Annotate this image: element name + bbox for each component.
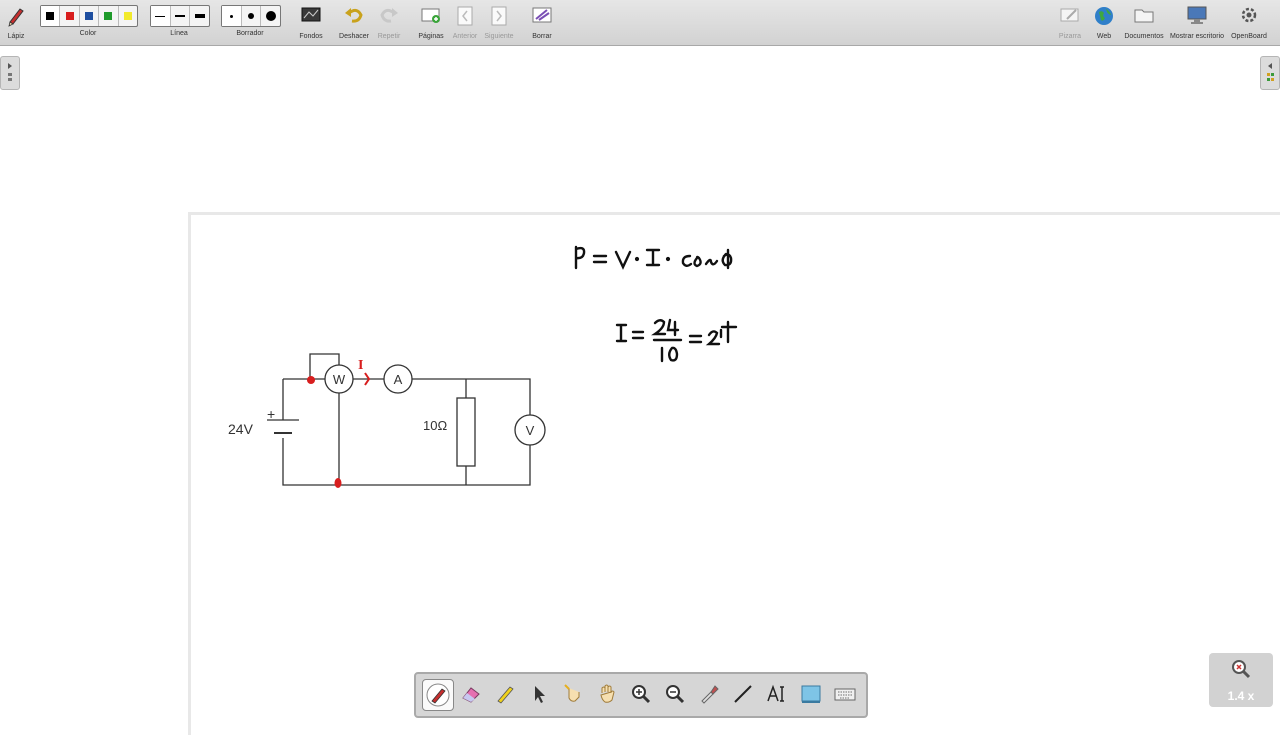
circuit-diagram — [267, 353, 546, 486]
marker-tool-button[interactable] — [490, 679, 520, 709]
laser-icon — [564, 684, 580, 702]
zoom-value: 1.4 x — [1227, 689, 1255, 703]
zoom-out-button[interactable] — [660, 679, 690, 709]
text-tool-button[interactable] — [762, 679, 792, 709]
interact-tool-button[interactable] — [558, 679, 588, 709]
line-icon — [734, 685, 752, 703]
resistor — [456, 397, 476, 467]
battery-plus-sign: + — [267, 406, 275, 422]
eraser-icon — [462, 687, 480, 703]
pen-tool-button[interactable] — [422, 679, 454, 711]
wattmeter-label: W — [333, 372, 346, 387]
resistor-label: 10Ω — [423, 418, 447, 433]
line-tool-button[interactable] — [728, 679, 758, 709]
zoom-reset-icon — [1232, 660, 1251, 679]
bottom-tool-palette — [414, 672, 868, 718]
zoom-in-button[interactable] — [626, 679, 656, 709]
current-label: I — [358, 358, 363, 373]
keyboard-button[interactable] — [830, 679, 860, 709]
hand-tool-button[interactable] — [592, 679, 622, 709]
red-dot-bottom — [334, 478, 342, 488]
handwritten-current-formula — [615, 318, 738, 363]
keyboard-icon — [834, 688, 856, 701]
capture-icon — [801, 685, 821, 703]
text-icon — [767, 684, 784, 702]
pipette-tool-button[interactable] — [694, 679, 724, 709]
circuit-wire-left — [282, 379, 531, 486]
marker-icon — [497, 686, 514, 704]
drawing-canvas: W A V 24V + 10Ω I — [228, 245, 738, 488]
zoom-in-icon — [632, 685, 651, 704]
pipette-icon — [701, 685, 719, 704]
hand-icon — [600, 684, 615, 703]
capture-tool-button[interactable] — [796, 679, 826, 709]
voltage-label: 24V — [228, 421, 254, 437]
voltmeter-label: V — [526, 423, 535, 438]
pointer-icon — [535, 686, 545, 703]
select-tool-button[interactable] — [524, 679, 554, 709]
pen-icon — [426, 683, 450, 707]
handwritten-power-formula — [574, 245, 733, 270]
eraser-tool-button[interactable] — [456, 679, 486, 709]
red-dot-top — [307, 376, 315, 384]
zoom-out-icon — [666, 685, 685, 704]
ammeter-label: A — [394, 372, 403, 387]
zoom-indicator[interactable]: 1.4 x — [1209, 653, 1273, 707]
